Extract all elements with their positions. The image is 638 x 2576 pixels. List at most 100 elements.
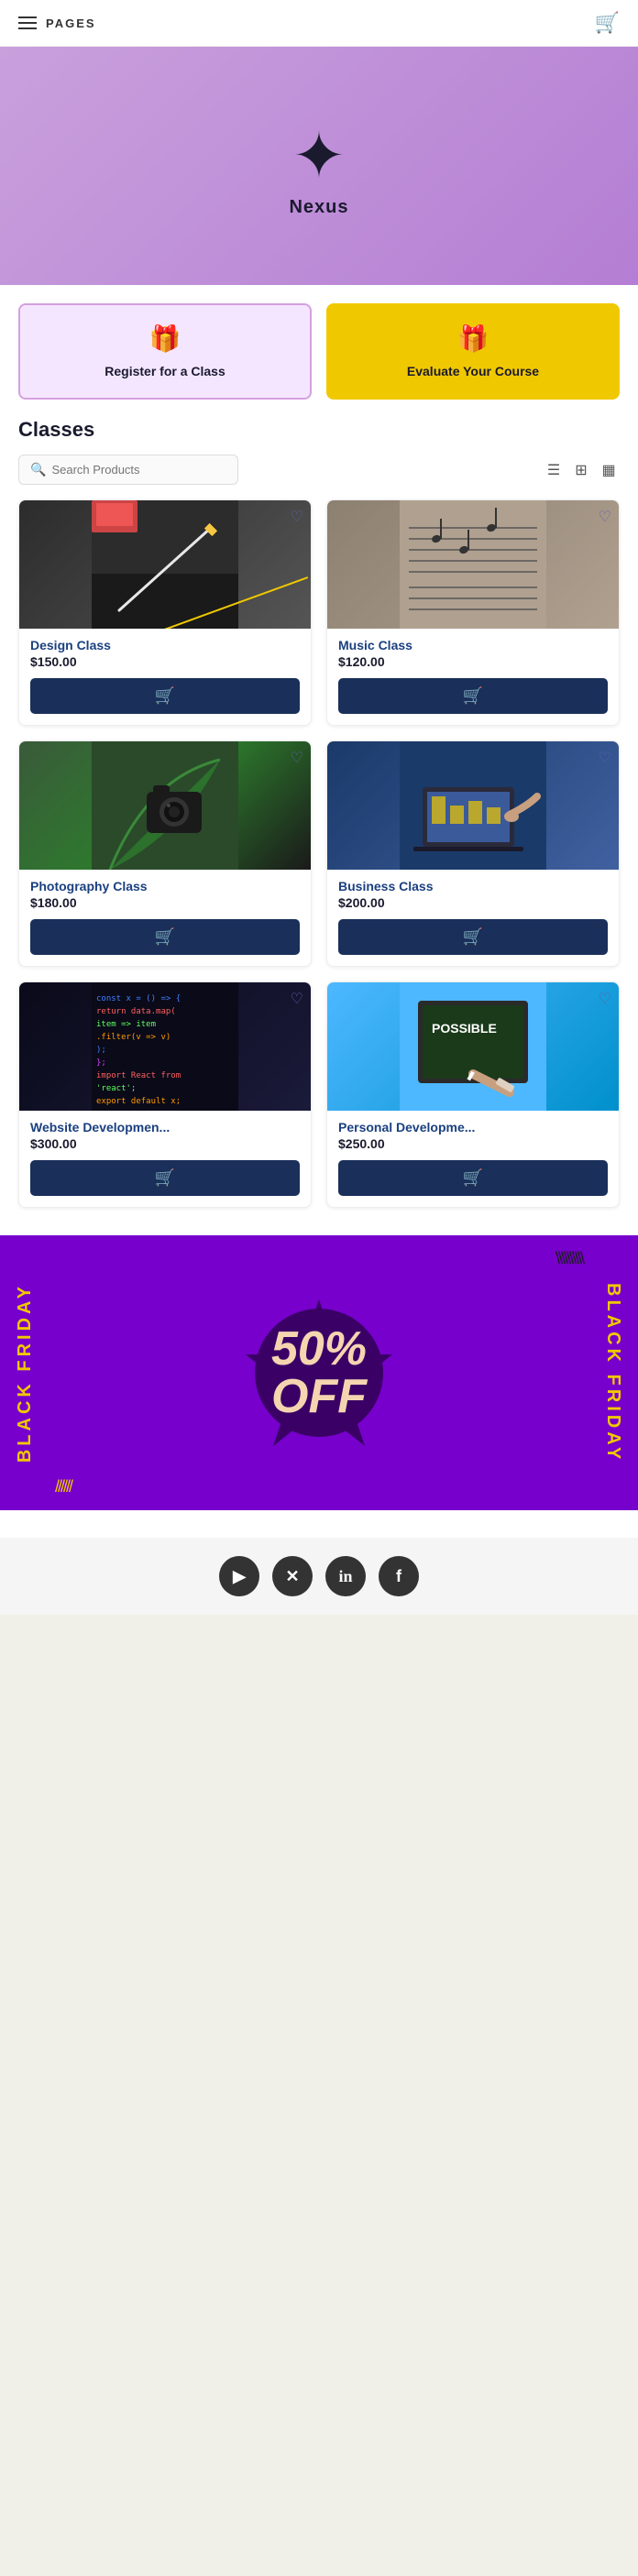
search-input[interactable] (51, 463, 226, 477)
personal-class-price: $250.00 (338, 1136, 608, 1151)
svg-text:const x = () => {: const x = () => { (96, 994, 181, 1003)
hero-section: ✦ Nexus (0, 47, 638, 285)
bf-left-text: BLACK FRIDAY (15, 1283, 36, 1463)
header-title: PAGES (46, 16, 96, 30)
add-to-cart-photography[interactable]: 🛒 (30, 919, 300, 955)
music-class-price: $120.00 (338, 654, 608, 669)
product-card-music: ♡ Music Class $120.00 🛒 (326, 499, 620, 726)
music-class-image (327, 500, 619, 629)
evaluate-icon: 🎁 (457, 323, 490, 354)
product-image-design: ♡ (19, 500, 311, 629)
product-card-business: ♡ Business Class $200.00 🛒 (326, 740, 620, 967)
bf-right-container: BLACK FRIDAY (602, 1235, 623, 1510)
outer-wrapper: 🎁 Register for a Class 🎁 Evaluate Your C… (0, 285, 638, 1538)
product-info-personal: Personal Developme... $250.00 🛒 (327, 1111, 619, 1207)
svg-text:.filter(v => v): .filter(v => v) (96, 1033, 170, 1042)
action-buttons-row: 🎁 Register for a Class 🎁 Evaluate Your C… (18, 285, 620, 418)
product-image-personal: POSSIBLE ♡ (327, 982, 619, 1111)
add-to-cart-design[interactable]: 🛒 (30, 678, 300, 714)
bf-slash-top-right: \\\\\\\\\\ (556, 1249, 583, 1268)
menu-button[interactable] (18, 16, 37, 29)
product-card-design: ♡ Design Class $150.00 🛒 (18, 499, 312, 726)
register-label: Register for a Class (104, 363, 226, 379)
product-heart-webdev[interactable]: ♡ (291, 990, 303, 1008)
product-heart-music[interactable]: ♡ (599, 508, 611, 526)
webdev-class-price: $300.00 (30, 1136, 300, 1151)
compact-view-icon[interactable]: ▦ (598, 459, 620, 481)
search-icon: 🔍 (30, 462, 46, 477)
add-to-cart-business[interactable]: 🛒 (338, 919, 608, 955)
classes-section-title: Classes (18, 418, 620, 442)
design-class-price: $150.00 (30, 654, 300, 669)
grid-view-icon[interactable]: ⊞ (570, 459, 592, 481)
product-heart-design[interactable]: ♡ (291, 508, 303, 526)
add-to-cart-webdev[interactable]: 🛒 (30, 1160, 300, 1196)
photography-class-price: $180.00 (30, 895, 300, 910)
product-info-photography: Photography Class $180.00 🛒 (19, 870, 311, 966)
hero-brand-name: Nexus (289, 197, 348, 218)
product-card-photography: ♡ Photography Class $180.00 🛒 (18, 740, 312, 967)
personal-class-image: POSSIBLE (327, 982, 619, 1111)
product-info-business: Business Class $200.00 🛒 (327, 870, 619, 966)
product-info-webdev: Website Developmen... $300.00 🛒 (19, 1111, 311, 1207)
youtube-icon[interactable]: ▶ (219, 1556, 259, 1596)
facebook-icon[interactable]: f (379, 1556, 419, 1596)
evaluate-label: Evaluate Your Course (407, 363, 539, 379)
black-friday-banner: \\\\\\\\\\ ////// BLACK FRIDAY 50% OFF (0, 1235, 638, 1510)
linkedin-icon[interactable]: in (325, 1556, 366, 1596)
design-class-name: Design Class (30, 638, 300, 652)
product-heart-business[interactable]: ♡ (599, 749, 611, 767)
svg-text:return data.map(: return data.map( (96, 1007, 176, 1016)
view-icons-group: ☰ ⊞ ▦ (543, 459, 620, 481)
product-card-webdev: const x = () => { return data.map( item … (18, 981, 312, 1208)
register-class-button[interactable]: 🎁 Register for a Class (18, 303, 312, 400)
photography-class-name: Photography Class (30, 879, 300, 893)
svg-text:};: }; (96, 1058, 106, 1068)
music-class-name: Music Class (338, 638, 608, 652)
products-grid: ♡ Design Class $150.00 🛒 (18, 499, 620, 1208)
main-content: 🎁 Register for a Class 🎁 Evaluate Your C… (0, 285, 638, 1538)
business-class-price: $200.00 (338, 895, 608, 910)
bf-star-container: 50% OFF (236, 1290, 402, 1455)
hero-star-icon: ✦ (292, 124, 346, 188)
product-image-photography: ♡ (19, 741, 311, 870)
x-twitter-icon[interactable]: ✕ (272, 1556, 313, 1596)
product-info-music: Music Class $120.00 🛒 (327, 629, 619, 725)
svg-text:import React from: import React from (96, 1071, 181, 1080)
product-image-webdev: const x = () => { return data.map( item … (19, 982, 311, 1111)
product-image-music: ♡ (327, 500, 619, 629)
search-row: 🔍 ☰ ⊞ ▦ (18, 455, 620, 485)
bf-right-text: BLACK FRIDAY (602, 1283, 623, 1463)
svg-text:export default x;: export default x; (96, 1097, 181, 1106)
product-info-design: Design Class $150.00 🛒 (19, 629, 311, 725)
register-icon: 🎁 (149, 323, 182, 354)
list-view-icon[interactable]: ☰ (543, 459, 565, 481)
design-class-image (19, 500, 311, 629)
bf-slash-bottom-left: ////// (55, 1477, 72, 1496)
product-image-business: ♡ (327, 741, 619, 870)
personal-class-name: Personal Developme... (338, 1120, 608, 1135)
footer: ▶ ✕ in f (0, 1538, 638, 1615)
photography-class-image (19, 741, 311, 870)
bf-left-container: BLACK FRIDAY (15, 1235, 36, 1510)
add-to-cart-personal[interactable]: 🛒 (338, 1160, 608, 1196)
svg-text:'react';: 'react'; (96, 1084, 136, 1093)
search-wrapper[interactable]: 🔍 (18, 455, 238, 485)
svg-text:item => item: item => item (96, 1020, 156, 1029)
business-class-name: Business Class (338, 879, 608, 893)
evaluate-course-button[interactable]: 🎁 Evaluate Your Course (326, 303, 620, 400)
product-card-personal: POSSIBLE ♡ Personal Developme... $250.00… (326, 981, 620, 1208)
bf-center: 50% OFF (236, 1290, 402, 1455)
webdev-class-name: Website Developmen... (30, 1120, 300, 1135)
add-to-cart-music[interactable]: 🛒 (338, 678, 608, 714)
svg-text:);: ); (96, 1046, 106, 1055)
header-left: PAGES (18, 16, 96, 30)
header: PAGES 🛒 (0, 0, 638, 47)
svg-text:POSSIBLE: POSSIBLE (432, 1021, 497, 1036)
webdev-class-image: const x = () => { return data.map( item … (19, 982, 311, 1111)
product-heart-personal[interactable]: ♡ (599, 990, 611, 1008)
business-class-image (327, 741, 619, 870)
bf-50off-text: 50% OFF (236, 1325, 402, 1420)
cart-icon[interactable]: 🛒 (595, 11, 620, 35)
product-heart-photography[interactable]: ♡ (291, 749, 303, 767)
